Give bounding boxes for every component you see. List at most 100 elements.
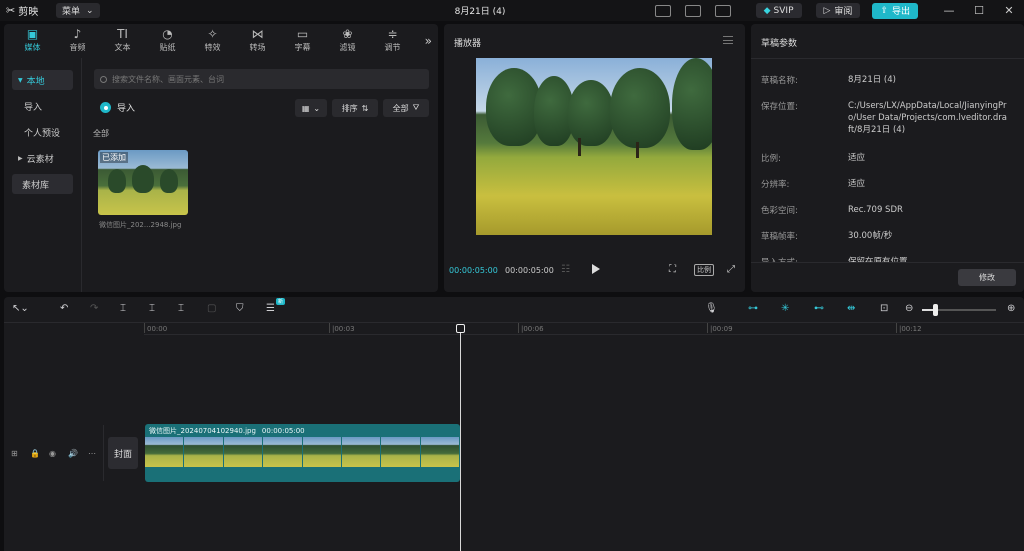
menu-label: 菜单 (62, 7, 81, 17)
review-label: 审阅 (834, 7, 853, 17)
sort-icon: ⇅ (361, 103, 369, 113)
tab-audio[interactable]: ♪ 音频 (55, 24, 100, 58)
volume-icon[interactable]: 🔊 (68, 449, 78, 458)
minimize-button[interactable]: — (934, 4, 964, 17)
export-button[interactable]: ⇪ 导出 (872, 2, 918, 19)
more-icon[interactable]: ⋯ (88, 449, 96, 458)
redo-icon[interactable]: ↷ (90, 303, 98, 314)
main-track-magnet-icon[interactable]: ⊶ (748, 303, 758, 314)
cursor-select-icon[interactable]: ↖⌄ (12, 303, 29, 314)
tab-text[interactable]: TI 文本 (100, 24, 145, 58)
shield-icon[interactable]: ⛉ (236, 303, 244, 314)
hamburger-menu-icon[interactable] (723, 36, 733, 44)
lock-icon[interactable]: 🔒 (30, 449, 40, 458)
cover-button[interactable]: 封面 (108, 437, 138, 469)
video-preview[interactable] (476, 58, 712, 235)
track-add-icon[interactable]: ⊞ (11, 449, 18, 458)
trim-left-icon[interactable]: ⌶ (149, 303, 155, 314)
split-icon[interactable]: ⌶ (120, 303, 126, 314)
eye-icon[interactable]: ◉ (49, 449, 56, 458)
param-row: 草稿帧率: 30.00帧/秒 (761, 230, 1021, 242)
tab-media[interactable]: ▣ 媒体 (10, 24, 55, 58)
playhead-line[interactable] (460, 326, 461, 551)
sidenav-item-import[interactable]: 导入 (12, 96, 73, 116)
media-thumbnail[interactable]: 已添加 (98, 150, 188, 215)
chevron-down-icon: ⌄ (86, 5, 94, 16)
aspect-ratio-button[interactable]: 比例 (694, 264, 714, 276)
preview-axis-icon[interactable]: ⇹ (847, 303, 855, 314)
sidenav-item-library[interactable]: 素材库 (12, 174, 73, 194)
modify-button[interactable]: 修改 (958, 269, 1016, 286)
clip-frame (341, 437, 382, 467)
linkage-icon[interactable]: ⊷ (814, 303, 824, 314)
timeline-panel: ↖⌄ ↶ ↷ ⌶ ⌶ ⌶ ▢ ⛉ ☰ 新 🎙 ⊶ ✳ ⊷ ⇹ ⊡ ⊖ ⊕ 00:… (4, 297, 1024, 551)
tab-label: 贴纸 (159, 43, 176, 52)
ruler-tick: |00:06 (518, 323, 544, 333)
maximize-button[interactable]: ☐ (964, 4, 994, 17)
svip-button[interactable]: ◆ SVIP (755, 3, 802, 18)
import-label: 导入 (117, 104, 136, 114)
play-icon[interactable] (592, 264, 600, 274)
trim-right-icon[interactable]: ⌶ (178, 303, 184, 314)
zoom-in-icon[interactable]: ⊕ (1007, 303, 1015, 314)
focus-icon[interactable]: ⛶ (669, 264, 676, 275)
param-value: 30.00帧/秒 (848, 231, 893, 241)
param-value: C:/Users/LX/AppData/Local/JianyingPro/Us… (848, 101, 1007, 135)
timeline-mode-icon[interactable]: ☷ (561, 264, 570, 275)
filter-all-button[interactable]: 全部 ⛛ (383, 99, 429, 117)
playhead-handle[interactable] (456, 324, 465, 333)
tab-sticker[interactable]: ◔ 贴纸 (145, 24, 190, 58)
caret-icon: ▶ (18, 154, 23, 162)
fullscreen-icon[interactable]: ⤢ (727, 264, 735, 275)
import-button[interactable]: 导入 (100, 101, 135, 114)
param-value: 适应 (848, 179, 866, 189)
param-key: 比例: (761, 154, 781, 164)
zoom-slider-handle[interactable] (933, 304, 938, 316)
auto-caption-icon[interactable]: ☰ (266, 303, 275, 314)
more-tools-icon[interactable]: » (425, 34, 432, 48)
close-button[interactable]: ✕ (994, 4, 1024, 17)
added-badge: 已添加 (100, 152, 128, 163)
shortcut-keys-icon[interactable] (714, 4, 731, 17)
menu-button[interactable]: 菜单 ⌄ (56, 3, 100, 18)
sort-button[interactable]: 排序 ⇅ (332, 99, 378, 117)
zoom-out-icon[interactable]: ⊖ (905, 303, 913, 314)
param-key: 色彩空间: (761, 206, 798, 216)
app-logo: ✂ 剪映 (0, 3, 56, 18)
param-row: 保存位置: C:/Users/LX/AppData/Local/JianyingP… (761, 100, 1021, 136)
search-input[interactable] (112, 74, 412, 84)
clip-frame (145, 437, 185, 467)
microphone-icon[interactable]: 🎙 (705, 303, 718, 314)
tab-transition[interactable]: ⋈ 转场 (235, 24, 280, 58)
video-clip[interactable]: 微信图片_20240704102940.jpg 00:00:05:00 (145, 424, 460, 482)
layout-grid-icon[interactable] (684, 4, 701, 17)
draft-footer: 修改 (751, 262, 1024, 292)
review-button[interactable]: ▷ 审阅 (815, 3, 861, 18)
tab-effects[interactable]: ✧ 特效 (190, 24, 235, 58)
tab-filter[interactable]: ❀ 滤镜 (325, 24, 370, 58)
screen-layout-icon[interactable] (654, 4, 671, 17)
sidenav-label: 导入 (24, 102, 43, 113)
param-key: 草稿帧率: (761, 232, 798, 242)
clip-frame (420, 437, 460, 467)
param-row: 分辨率: 适应 (761, 178, 1021, 190)
param-row: 草稿名称: 8月21日 (4) (761, 74, 1021, 86)
ruler-tick: |00:12 (896, 323, 922, 333)
undo-icon[interactable]: ↶ (60, 303, 68, 314)
delete-icon[interactable]: ▢ (207, 303, 216, 314)
funnel-icon: ⛛ (412, 103, 420, 112)
clip-duration: 00:00:05:00 (261, 426, 305, 435)
tab-adjust[interactable]: ≑ 调节 (370, 24, 415, 58)
view-mode-button[interactable]: ▦ ⌄ (295, 99, 327, 117)
tab-subtitle[interactable]: ▭ 字幕 (280, 24, 325, 58)
subtitle-icon: ▭ (296, 27, 309, 41)
time-ruler[interactable]: 00:00 |00:03 |00:06 |00:09 |00:12 (143, 323, 1024, 335)
adjust-icon: ≑ (387, 27, 398, 41)
sidenav-item-cloud[interactable]: ▶ 云素材 (12, 148, 73, 168)
sidenav-item-presets[interactable]: 个人预设 (12, 122, 73, 142)
video-tree (568, 80, 614, 146)
sidenav-item-local[interactable]: ▼ 本地 (12, 70, 73, 90)
fit-timeline-icon[interactable]: ⊡ (880, 303, 888, 314)
auto-snap-icon[interactable]: ✳ (781, 303, 789, 314)
asset-toolstrip: ▣ 媒体 ♪ 音频 TI 文本 ◔ 贴纸 ✧ 特效 ⋈ 转场 ▭ 字幕 ❀ 滤镜 ≑ 调节 » (4, 24, 438, 58)
